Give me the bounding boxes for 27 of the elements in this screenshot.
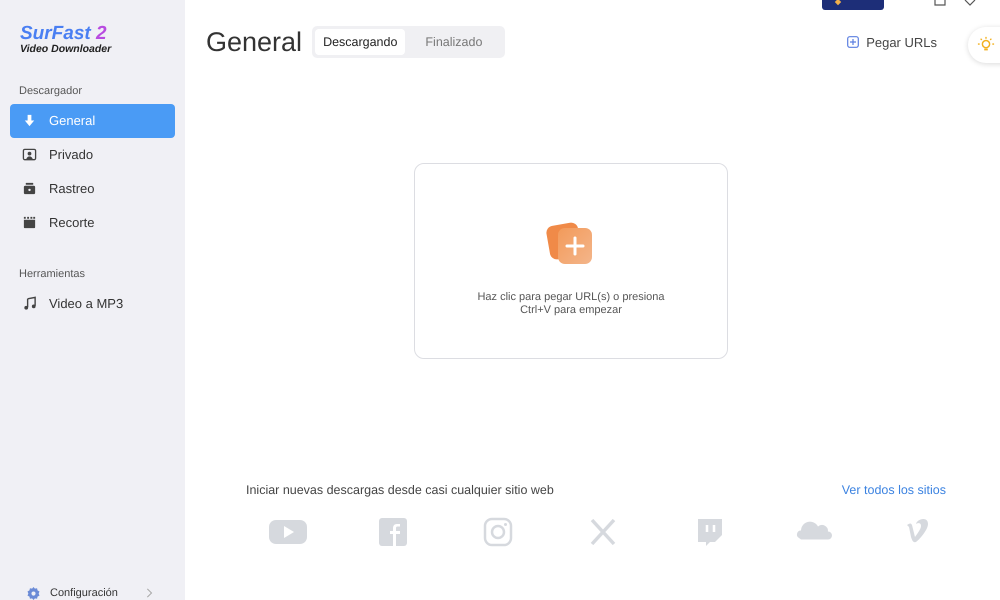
chevron-right-icon — [145, 588, 153, 598]
sidebar-item[interactable]: Rastreo — [10, 172, 175, 206]
settings-item[interactable]: Configuración — [10, 580, 175, 600]
person-frame-icon — [22, 147, 37, 162]
maximize-icon[interactable] — [934, 0, 946, 6]
plus-icon — [847, 36, 860, 48]
tab[interactable]: Finalizado — [405, 29, 502, 55]
drop-hint: Haz clic para pegar URL(s) o presiona Ctrl+V para empezar — [476, 291, 666, 317]
sidebar-item[interactable]: Recorte — [10, 206, 175, 240]
section-heading: Herramientas — [19, 268, 86, 280]
diamond-icon — [834, 0, 842, 6]
down-arrow-icon — [22, 113, 37, 128]
sidebar-item[interactable]: Video a MP3 — [10, 286, 175, 320]
sites-text: Iniciar nuevas descargas desde casi cualquier sitio web — [246, 483, 554, 497]
sidebar-item[interactable]: Privado — [10, 138, 175, 172]
music-note-icon — [22, 296, 37, 311]
section-heading: Descargador — [19, 84, 83, 96]
all-sites-link[interactable]: Ver todos los sitios — [842, 483, 946, 497]
drop-zone[interactable]: Haz clic para pegar URL(s) o presiona Ctrl+V para empezar — [414, 163, 728, 359]
clapper-icon — [22, 215, 37, 230]
lock-box-icon — [22, 181, 37, 196]
tips-button[interactable] — [968, 27, 1000, 63]
paste-urls-button[interactable]: Pegar URLs — [841, 34, 943, 50]
video-play-icon[interactable] — [268, 517, 308, 547]
app-logo: SurFast 2 Video Downloader — [20, 24, 113, 54]
tab[interactable]: Descargando — [315, 29, 406, 55]
page-title: General — [206, 26, 302, 58]
